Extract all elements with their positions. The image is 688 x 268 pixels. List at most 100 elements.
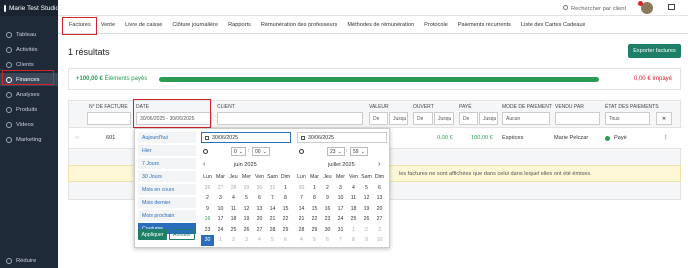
calendar-day[interactable]: 5 (240, 193, 253, 204)
calendar-day[interactable]: 1 (347, 225, 360, 236)
calendar-day[interactable]: 26 (360, 214, 373, 225)
calendar-day[interactable]: 16 (321, 204, 334, 215)
tab-3[interactable]: Clôture journalière (167, 16, 223, 34)
calendar-day[interactable]: 31 (266, 183, 279, 194)
calendar-day[interactable]: 5 (266, 235, 279, 246)
range-option[interactable]: Mois en cours (138, 184, 196, 195)
clear-filters-button[interactable]: ✕ (656, 112, 672, 125)
calendar-day[interactable]: 7 (334, 235, 347, 246)
calendar-day[interactable]: 29 (279, 225, 292, 236)
calendar-day[interactable]: 28 (295, 225, 308, 236)
calendar-day[interactable]: 22 (279, 214, 292, 225)
sidebar-collapse[interactable]: Réduire (0, 254, 58, 267)
calendar-day[interactable]: 7 (266, 193, 279, 204)
start-minute-select[interactable]: 00 ⌄ (252, 147, 270, 156)
calendar-day[interactable]: 3 (334, 183, 347, 194)
calendar-day[interactable]: 27 (253, 225, 266, 236)
row-menu-icon[interactable]: ⋮ (663, 135, 669, 141)
calendar-day[interactable]: 4 (227, 193, 240, 204)
calendar-day[interactable]: 4 (347, 183, 360, 194)
sidebar-item-videos[interactable]: Videos (0, 118, 58, 131)
end-minute-select[interactable]: 59 ⌄ (350, 147, 368, 156)
calendar-day[interactable]: 30 (201, 235, 214, 246)
calendar-day[interactable]: 5 (360, 183, 373, 194)
header-method[interactable]: MODE DE PAIEMENT (502, 104, 552, 110)
tab-0[interactable]: Factures (64, 16, 96, 34)
calendar-day[interactable]: 1 (214, 235, 227, 246)
number-filter[interactable] (87, 112, 131, 125)
range-option[interactable]: Mois prochain (138, 210, 196, 221)
start-date-input[interactable]: 30/06/2025 (201, 132, 291, 143)
paid-to[interactable]: Jusqu (479, 112, 498, 125)
sidebar-item-finances[interactable]: Finances (0, 73, 58, 86)
expand-icon[interactable]: ‹‹ (75, 135, 79, 141)
next-month-icon[interactable]: › (378, 161, 380, 168)
tab-1[interactable]: Vente (96, 16, 120, 34)
calendar-day[interactable]: 19 (240, 214, 253, 225)
calendar-day[interactable]: 11 (347, 193, 360, 204)
calendar-day[interactable]: 10 (373, 235, 386, 246)
sidebar-item-produits[interactable]: Produits (0, 103, 58, 116)
calendar-day[interactable]: 1 (308, 183, 321, 194)
calendar-day[interactable]: 3 (373, 225, 386, 236)
calendar-day[interactable]: 9 (360, 235, 373, 246)
header-paid[interactable]: PAYÉ (459, 104, 472, 110)
calendar-day[interactable]: 20 (253, 214, 266, 225)
export-invoices-button[interactable]: Exporter factures (628, 44, 681, 58)
calendar-day[interactable]: 18 (227, 214, 240, 225)
calendar-day[interactable]: 8 (308, 193, 321, 204)
calendar-day[interactable]: 10 (334, 193, 347, 204)
calendar-day[interactable]: 30 (321, 225, 334, 236)
calendar-day[interactable]: 6 (253, 193, 266, 204)
header-seller[interactable]: VENDU PAR (555, 104, 584, 110)
calendar-day[interactable]: 25 (347, 214, 360, 225)
calendar-day[interactable]: 12 (240, 204, 253, 215)
calendar-day[interactable]: 29 (308, 225, 321, 236)
calendar-day[interactable]: 8 (347, 235, 360, 246)
calendar-day[interactable]: 8 (279, 193, 292, 204)
paid-from[interactable]: De (459, 112, 478, 125)
calendar-day[interactable]: 18 (347, 204, 360, 215)
tab-4[interactable]: Rapports (223, 16, 256, 34)
calendar-day[interactable]: 9 (321, 193, 334, 204)
calendar-day[interactable]: 17 (214, 214, 227, 225)
header-state[interactable]: ÉTAT DES PAIEMENTS (605, 104, 659, 110)
tab-2[interactable]: Livre de caisse (120, 16, 167, 34)
calendar-day[interactable]: 24 (334, 214, 347, 225)
sidebar-item-clients[interactable]: Clients (0, 58, 58, 71)
tab-9[interactable]: Liste des Cartes Cadeaux (516, 16, 590, 34)
calendar-day[interactable]: 20 (373, 204, 386, 215)
tab-7[interactable]: Protocole (419, 16, 453, 34)
apply-button[interactable]: Appliquer (138, 229, 167, 240)
calendar-day[interactable]: 7 (295, 193, 308, 204)
cancel-button[interactable]: Annuler (169, 229, 195, 240)
state-select[interactable]: Tous (605, 112, 650, 125)
sidebar-item-activités[interactable]: Activités (0, 43, 58, 56)
method-select[interactable]: Aucun (502, 112, 550, 125)
header-open[interactable]: OUVERT (413, 104, 434, 110)
prev-month-icon[interactable]: ‹ (203, 161, 205, 168)
calendar-day[interactable]: 13 (373, 193, 386, 204)
calendar-day[interactable]: 3 (240, 235, 253, 246)
calendar-day[interactable]: 2 (321, 183, 334, 194)
range-option[interactable]: Mois dernier (138, 197, 196, 208)
tab-6[interactable]: Méthodes de rémunération (342, 16, 419, 34)
calendar-day[interactable]: 17 (334, 204, 347, 215)
calendar-day[interactable]: 30 (253, 183, 266, 194)
header-value[interactable]: VALEUR (369, 104, 389, 110)
open-to[interactable]: Jusqu (434, 112, 454, 125)
calendar-day[interactable]: 27 (373, 214, 386, 225)
calendar-day[interactable]: 23 (201, 225, 214, 236)
calendar-day[interactable]: 14 (266, 204, 279, 215)
tab-5[interactable]: Rémunération des professeurs (256, 16, 343, 34)
calendar-day[interactable]: 21 (266, 214, 279, 225)
calendar-day[interactable]: 4 (253, 235, 266, 246)
calendar-day[interactable]: 13 (253, 204, 266, 215)
cart-icon[interactable] (668, 4, 675, 10)
calendar-day[interactable]: 12 (360, 193, 373, 204)
calendar-day[interactable]: 2 (201, 193, 214, 204)
calendar-day[interactable]: 26 (201, 183, 214, 194)
calendar-day[interactable]: 19 (360, 204, 373, 215)
calendar-day[interactable]: 14 (295, 204, 308, 215)
calendar-day[interactable]: 1 (279, 183, 292, 194)
